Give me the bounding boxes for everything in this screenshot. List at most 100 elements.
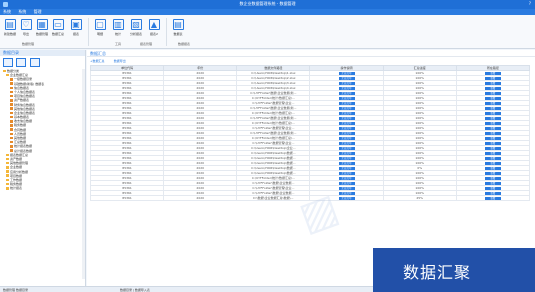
chart-icon: ▲	[148, 19, 160, 30]
status-badge: 汇总完毕	[338, 162, 355, 165]
status-left: 数据管理 数据目录	[3, 288, 28, 292]
folder-icon	[10, 94, 13, 98]
view-button[interactable]: 查看	[484, 72, 501, 75]
group-label: 工具	[115, 42, 122, 46]
view-button[interactable]: 查看	[484, 82, 501, 85]
view-button[interactable]: 查看	[484, 167, 501, 170]
view-button[interactable]: 查看	[484, 172, 501, 175]
folder-icon	[10, 111, 13, 115]
table-cell: 85361	[89, 195, 165, 201]
left-panel: 数据目录 数据分类 企业数据汇总 一级数据目录 基础数据(新版) 数据表 信息数据表 个人…	[0, 50, 86, 286]
ribbon-button[interactable]: ▣ 报表	[69, 19, 83, 36]
main-header: 数据汇总	[87, 50, 535, 57]
table-cell: 查看	[455, 195, 531, 201]
view-button[interactable]: 查看	[484, 182, 501, 185]
new-data-icon: ▤	[4, 19, 16, 30]
tree-add-icon[interactable]	[3, 58, 13, 67]
group-label: 报表管理	[140, 42, 153, 46]
status-badge: 汇总完毕	[338, 122, 355, 125]
export-link[interactable]: 数据导出	[114, 59, 126, 63]
view-button[interactable]: 查看	[484, 197, 501, 200]
view-button[interactable]: 查看	[484, 102, 501, 105]
view-button[interactable]: 查看	[484, 192, 501, 195]
view-button[interactable]: 查看	[484, 132, 501, 135]
folder-icon	[10, 86, 13, 89]
status-badge: 汇总完毕	[338, 157, 355, 160]
status-badge: 汇总完毕	[338, 197, 355, 200]
view-button[interactable]: 查看	[484, 97, 501, 100]
ribbon-button[interactable]: ♡ 导出	[19, 19, 33, 36]
ribbon-toolbar: ▤ 新建数据 ♡ 导出 ▦ 数据管理 ▭ 数据汇总 ▣ 报表 ▢ 明细 ▥ 统计 ▧ 分析报表 …	[0, 15, 535, 49]
folder-icon	[3, 69, 6, 73]
view-button[interactable]: 查看	[484, 187, 501, 190]
status-badge: 汇总完毕	[338, 127, 355, 130]
view-button[interactable]: 查看	[484, 137, 501, 140]
group-label: 数据管理	[22, 42, 35, 46]
folder-icon	[6, 182, 9, 186]
view-button[interactable]: 查看	[484, 162, 501, 165]
action-bar: +数据汇总 数据导出	[87, 57, 535, 65]
view-button[interactable]: 查看	[484, 157, 501, 160]
promo-banner: 数据汇聚	[373, 248, 535, 292]
left-scrollbar[interactable]	[82, 69, 85, 279]
status-badge: 汇总完毕	[338, 167, 355, 170]
ribbon-separator	[88, 18, 89, 46]
folder-icon	[10, 128, 13, 131]
ribbon-button[interactable]: ▧ 分析报表	[129, 19, 143, 36]
folder-icon	[6, 73, 9, 77]
table-icon: ▤	[172, 19, 184, 30]
folder-icon	[6, 153, 9, 156]
ribbon-button[interactable]: ▦ 数据管理	[35, 19, 49, 36]
status-badge: 汇总完毕	[338, 192, 355, 195]
data-table: 单位代码 年份 数据文件路径 操作说明 汇总进度 所在路径 85361 2020 C:\Use…	[89, 65, 531, 201]
view-button[interactable]: 查看	[484, 77, 501, 80]
status-badge: 汇总完毕	[338, 187, 355, 190]
folder-icon	[6, 161, 9, 165]
view-button[interactable]: 查看	[484, 117, 501, 120]
status-mid: 数据目录 | 数据导入表	[120, 288, 150, 292]
left-toolbar	[0, 56, 85, 69]
help-icon[interactable]: ?	[529, 1, 531, 6]
view-button[interactable]: 查看	[484, 107, 501, 110]
status-badge: 汇总完毕	[338, 87, 355, 90]
folder-icon	[6, 174, 9, 177]
group-label: 数据报表	[178, 42, 191, 46]
status-badge: 汇总完毕	[338, 137, 355, 140]
view-button[interactable]: 查看	[484, 152, 501, 155]
folder-icon	[10, 99, 13, 102]
add-summary-link[interactable]: +数据汇总	[90, 59, 105, 63]
status-badge: 汇总完毕	[338, 112, 355, 115]
ribbon-button[interactable]: ▭ 数据汇总	[51, 19, 65, 36]
view-button[interactable]: 查看	[484, 112, 501, 115]
view-button[interactable]: 查看	[484, 127, 501, 130]
ribbon-button[interactable]: ▤ 数据表	[171, 19, 185, 36]
status-badge: 汇总完毕	[338, 117, 355, 120]
ribbon-button[interactable]: ▢ 明细	[93, 19, 107, 36]
status-badge: 汇总完毕	[338, 92, 355, 95]
folder-icon	[10, 115, 13, 119]
ribbon-button[interactable]: ▤ 新建数据	[3, 19, 17, 36]
folder-icon	[6, 178, 9, 182]
folder-icon	[10, 124, 13, 127]
status-badge: 汇总完毕	[338, 177, 355, 180]
table-cell: 25%	[382, 195, 457, 201]
folder-icon	[10, 107, 13, 110]
data-tree: 数据分类 企业数据汇总 一级数据目录 基础数据(新版) 数据表 信息数据表 个人信息数据表…	[0, 69, 85, 190]
folder-icon	[6, 166, 9, 169]
ribbon-button[interactable]: ▲ 报表2	[147, 19, 161, 36]
view-button[interactable]: 查看	[484, 147, 501, 150]
view-button[interactable]: 查看	[484, 122, 501, 125]
tree-delete-icon[interactable]	[29, 58, 40, 67]
status-badge: 汇总完毕	[338, 97, 355, 100]
folder-icon	[6, 157, 9, 161]
tree-edit-icon[interactable]	[16, 58, 27, 67]
view-button[interactable]: 查看	[484, 87, 501, 90]
view-button[interactable]: 查看	[484, 142, 501, 145]
view-button[interactable]: 查看	[484, 92, 501, 95]
status-badge: 汇总完毕	[338, 142, 355, 145]
ribbon-button[interactable]: ▥ 统计	[111, 19, 125, 36]
view-button[interactable]: 查看	[484, 177, 501, 180]
tree-node-label: 统计报表	[10, 186, 23, 191]
tree-node[interactable]: 统计报表	[3, 186, 85, 190]
document-icon: ▢	[94, 19, 106, 30]
